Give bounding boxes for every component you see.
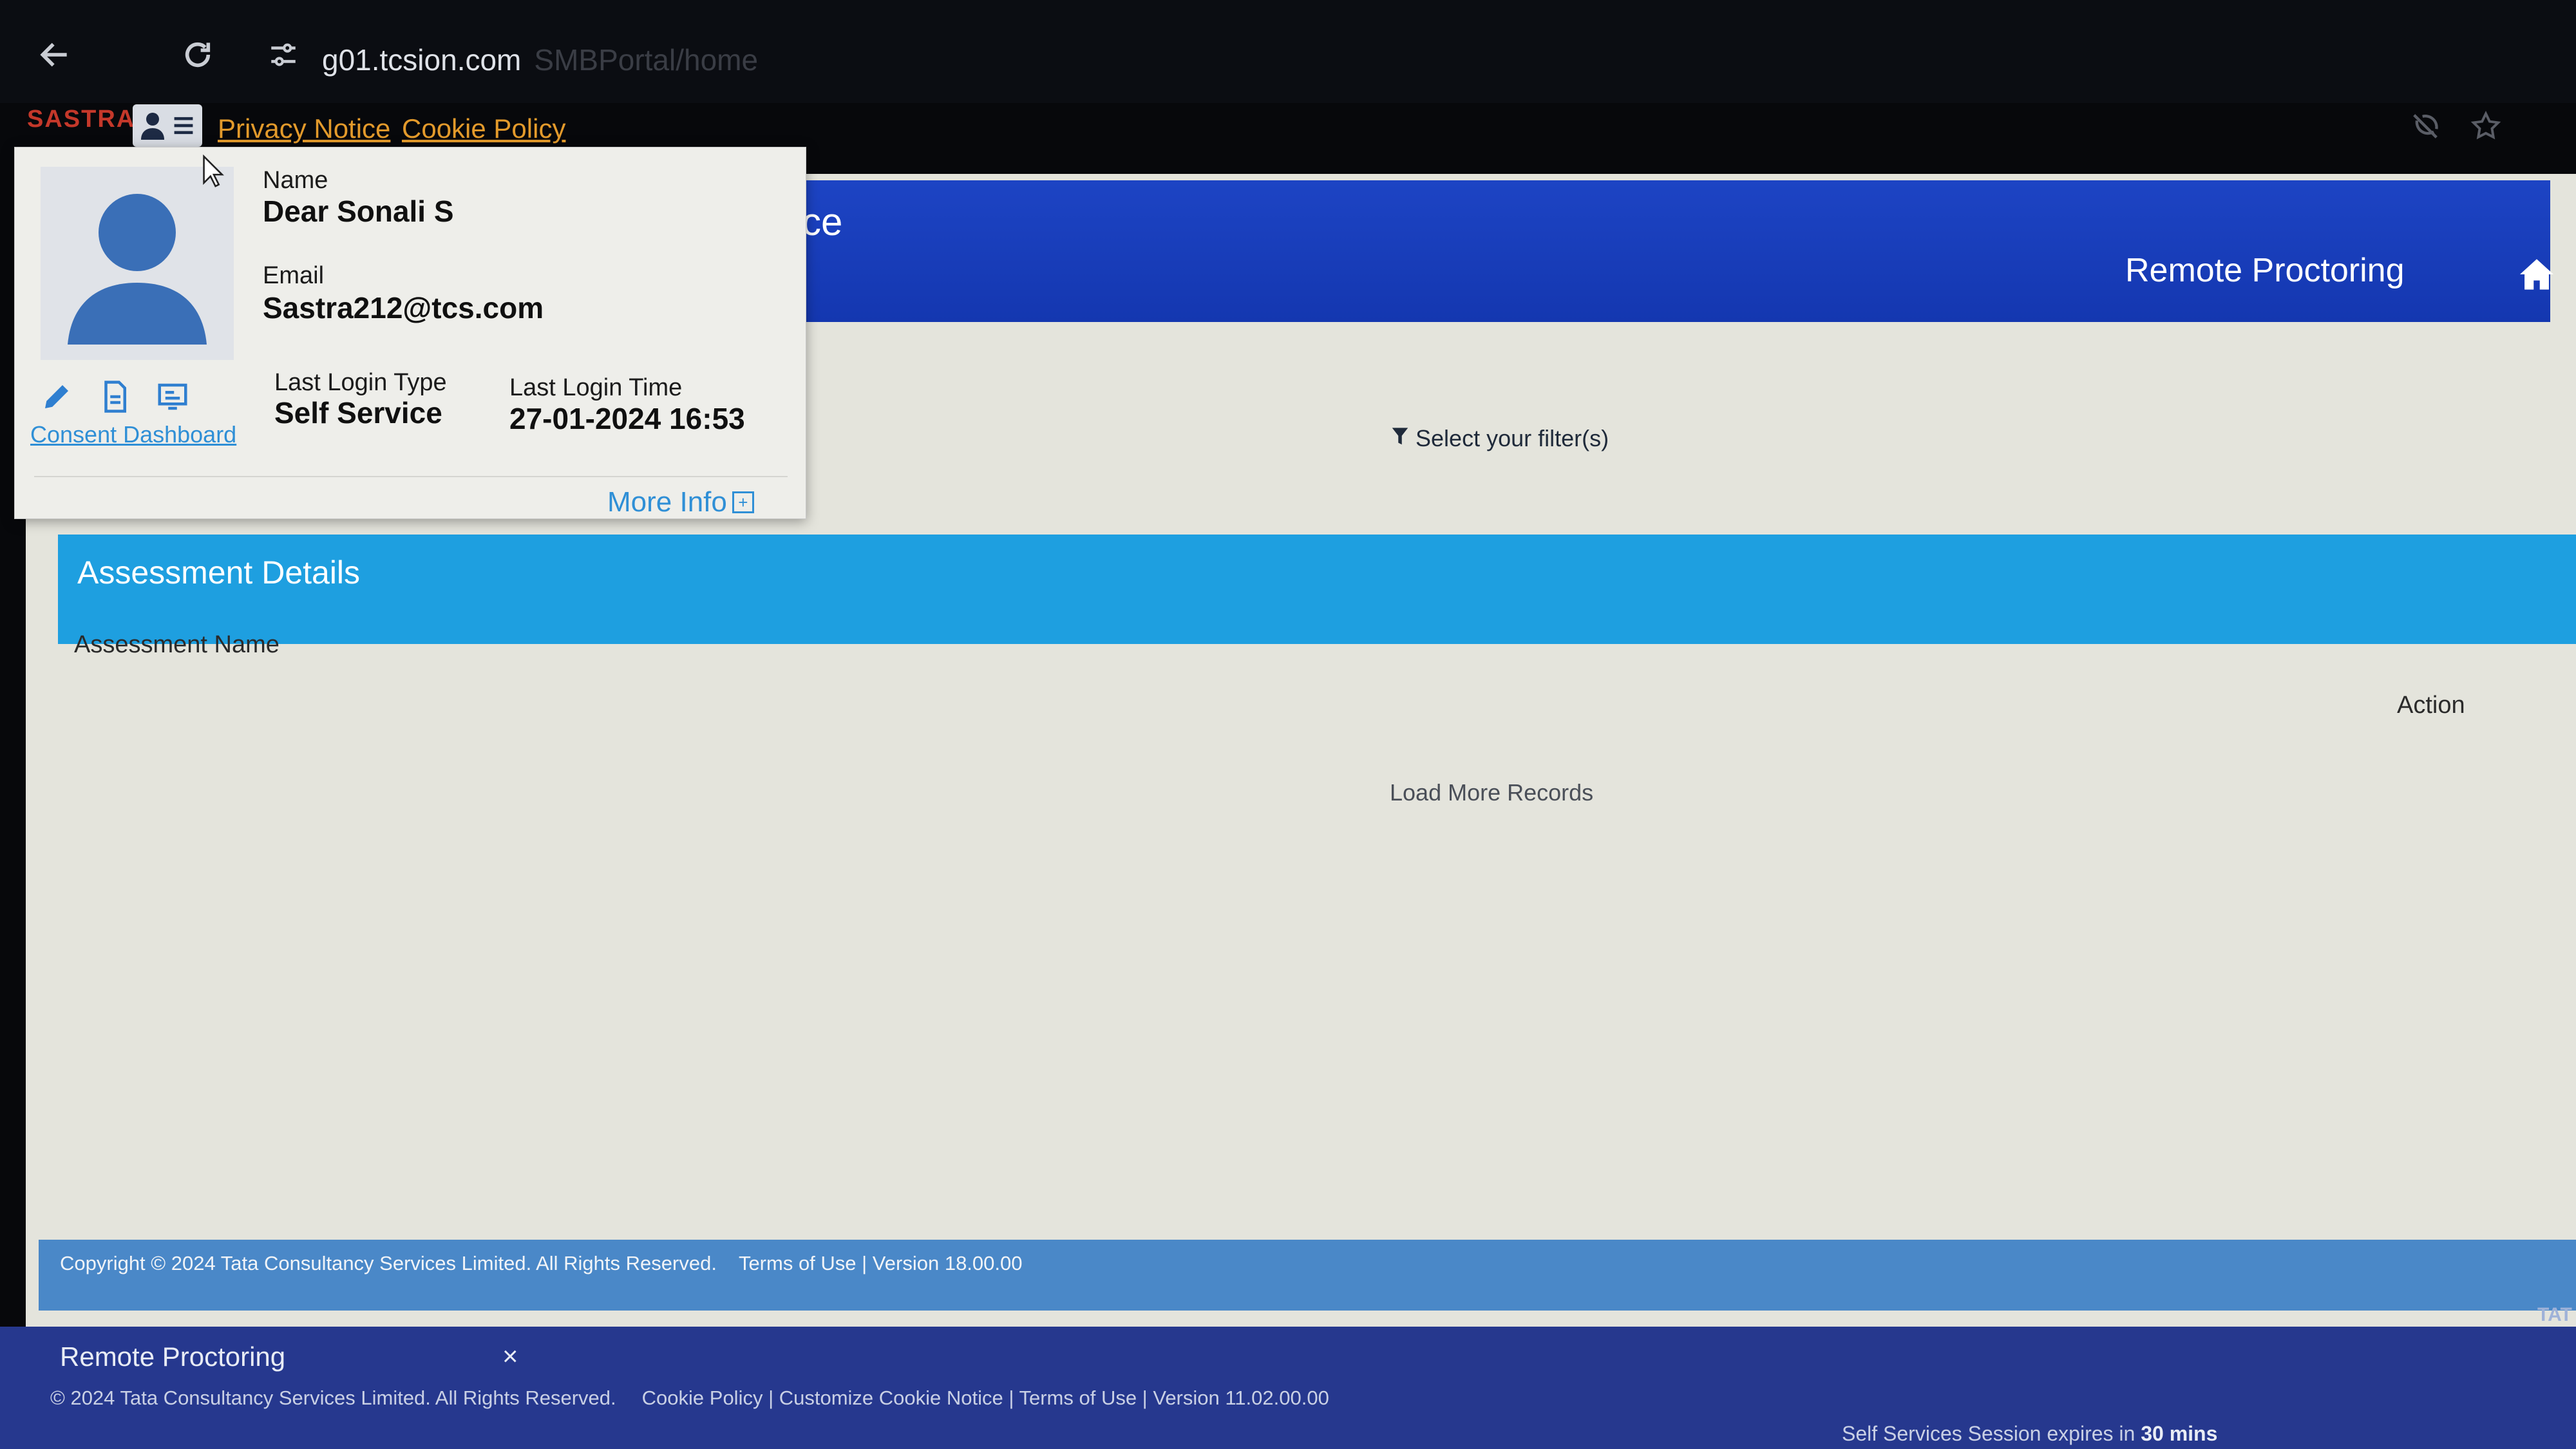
column-assessment-name: Assessment Name — [74, 631, 279, 658]
url-host: g01.tcsion.com — [322, 43, 522, 77]
reload-icon[interactable] — [169, 26, 227, 84]
bottom-footer-text: © 2024 Tata Consultancy Services Limited… — [50, 1387, 1329, 1410]
url-path: SMBPortal/home — [534, 43, 759, 77]
consent-dashboard-link[interactable]: Consent Dashboard — [30, 421, 236, 448]
more-info-link[interactable]: More Info + — [607, 486, 754, 518]
avatar — [41, 167, 234, 360]
last-login-type-value: Self Service — [274, 396, 442, 430]
remote-proctoring-title[interactable]: Remote Proctoring — [2125, 251, 2405, 290]
email-label: Email — [263, 262, 325, 289]
footer-text: Copyright © 2024 Tata Consultancy Servic… — [60, 1252, 1023, 1275]
bottom-footer-links[interactable]: Cookie Policy | Customize Cookie Notice … — [642, 1387, 1329, 1409]
footer-links[interactable]: Terms of Use | Version 18.00.00 — [739, 1252, 1023, 1274]
footer-copyright: Copyright © 2024 Tata Consultancy Servic… — [60, 1252, 717, 1274]
tata-logo: TAT — [2537, 1304, 2572, 1325]
remote-proctoring-panel-title: Remote Proctoring — [60, 1341, 286, 1372]
column-action: Action — [2397, 692, 2465, 719]
popup-divider — [34, 476, 788, 477]
browser-toolbar: g01.tcsion.com SMBPortal/home — [0, 0, 2576, 103]
privacy-notice-link[interactable]: Privacy Notice — [218, 113, 390, 144]
last-login-time-value: 27-01-2024 16:53 — [509, 402, 745, 435]
assessment-title: Assessment Details — [77, 554, 361, 591]
session-prefix: Self Services Session expires in — [1842, 1422, 2136, 1445]
no-eye-icon[interactable] — [2409, 109, 2442, 151]
last-login-time-label: Last Login Time — [509, 374, 683, 401]
last-login-type-label: Last Login Type — [274, 369, 447, 396]
close-icon[interactable]: × — [502, 1341, 518, 1372]
star-icon[interactable] — [2469, 109, 2503, 151]
email-value: Sastra212@tcs.com — [263, 291, 544, 325]
mouse-cursor-icon — [202, 154, 225, 191]
document-icon[interactable] — [97, 379, 132, 417]
assessment-header — [58, 535, 2576, 644]
session-expiry: Self Services Session expires in 30 mins — [1842, 1422, 2217, 1446]
profile-popup: Name Dear Sonali S Email Sastra212@tcs.c… — [14, 147, 806, 519]
name-value: Dear Sonali S — [263, 194, 454, 228]
edit-icon[interactable] — [39, 379, 74, 417]
filter-label: Select your filter(s) — [1416, 425, 1609, 451]
brand-logo: SASTRA — [27, 106, 136, 133]
menu-icon — [174, 117, 193, 135]
page-footer — [39, 1240, 2576, 1311]
filter-icon — [1392, 428, 1408, 445]
load-more-button[interactable]: Load More Records — [1390, 779, 1593, 806]
name-label: Name — [263, 167, 328, 194]
plus-icon: + — [732, 491, 754, 513]
user-menu-button[interactable] — [133, 104, 202, 147]
site-settings-icon[interactable] — [254, 26, 312, 84]
session-value: 30 mins — [2141, 1422, 2218, 1445]
home-icon[interactable] — [2518, 258, 2555, 294]
user-icon — [141, 113, 164, 140]
dashboard-icon[interactable] — [155, 379, 190, 417]
bottom-copyright: © 2024 Tata Consultancy Services Limited… — [50, 1387, 616, 1409]
address-bar[interactable]: g01.tcsion.com SMBPortal/home — [322, 43, 758, 77]
back-icon[interactable] — [26, 26, 84, 84]
page-title-partial: ce — [802, 200, 843, 243]
more-info-label: More Info — [607, 486, 727, 518]
filter-select[interactable]: Select your filter(s) — [1391, 425, 1609, 452]
cookie-policy-link[interactable]: Cookie Policy — [402, 113, 565, 144]
